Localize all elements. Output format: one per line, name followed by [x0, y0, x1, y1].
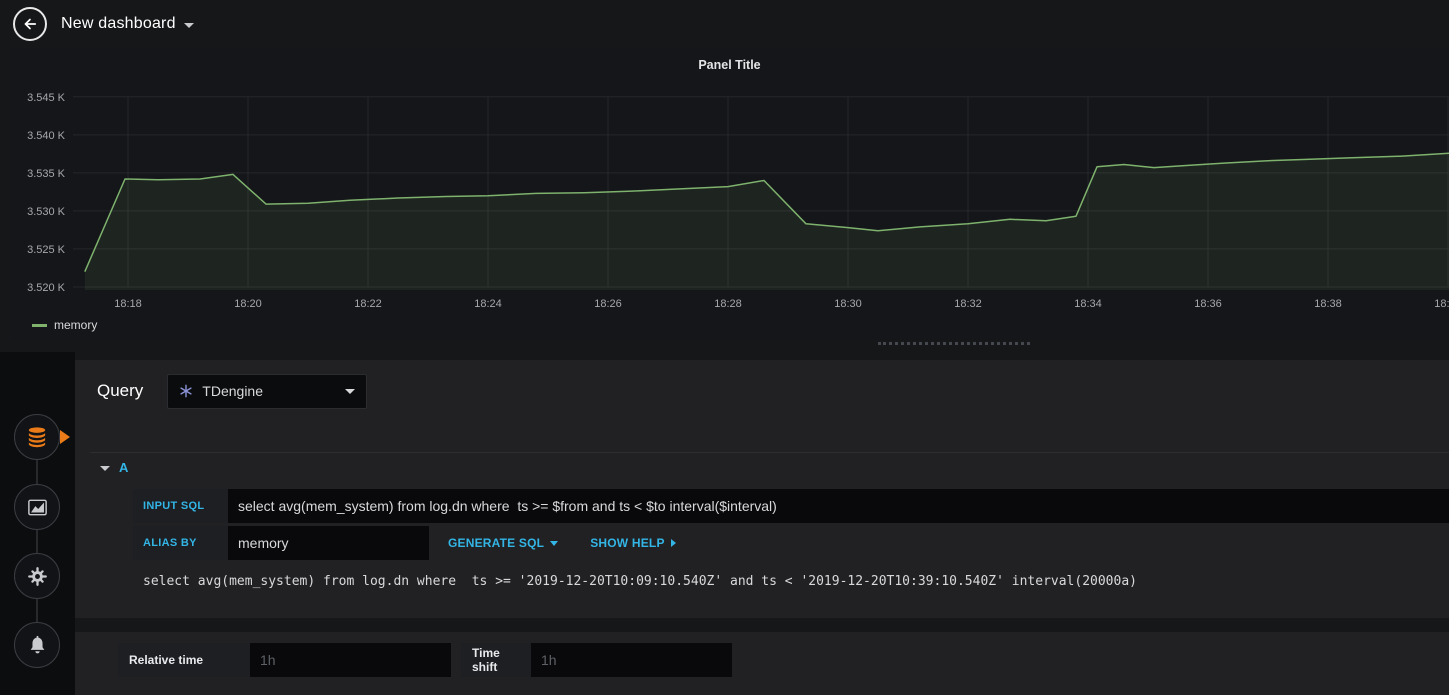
- legend-color-dash: [32, 323, 47, 327]
- svg-text:18:36: 18:36: [1194, 298, 1222, 310]
- svg-text:18:20: 18:20: [234, 298, 262, 310]
- tab-queries[interactable]: [14, 414, 60, 460]
- tab-rail-connector: [36, 437, 38, 645]
- chevron-down-icon: [550, 540, 559, 546]
- chevron-down-icon[interactable]: [183, 23, 194, 28]
- svg-text:18:26: 18:26: [594, 298, 622, 310]
- collapse-caret-icon: [100, 466, 110, 471]
- svg-text:18:30: 18:30: [834, 298, 862, 310]
- dashboard-title[interactable]: New dashboard: [61, 15, 176, 33]
- input-sql-row: INPUT SQL: [133, 489, 1449, 523]
- panel-resize-handle[interactable]: [878, 342, 1030, 345]
- datasource-name: TDengine: [202, 383, 263, 399]
- back-button[interactable]: [13, 7, 47, 41]
- datasource-picker[interactable]: TDengine: [167, 373, 368, 409]
- query-row-header[interactable]: A: [90, 452, 1449, 482]
- arrow-left-icon: [24, 18, 37, 30]
- svg-text:18:40: 18:40: [1434, 298, 1449, 310]
- time-options-section: Relative time Time shift: [75, 632, 1449, 695]
- time-shift-label: Time shift: [461, 643, 531, 677]
- legend-item-memory[interactable]: memory: [32, 318, 97, 332]
- chevron-down-icon: [345, 388, 356, 394]
- input-sql-field[interactable]: [228, 489, 1449, 523]
- graph-panel: Panel Title 3.545 K 3.540 K 3.535 K 3.530 K…: [10, 48, 1449, 340]
- svg-text:3.535 K: 3.535 K: [27, 168, 66, 180]
- time-series-chart[interactable]: 3.545 K 3.540 K 3.535 K 3.530 K 3.525 K 3.520…: [10, 48, 1449, 340]
- svg-text:18:28: 18:28: [714, 298, 742, 310]
- tab-visualization[interactable]: [14, 484, 60, 530]
- svg-text:18:24: 18:24: [474, 298, 502, 310]
- tab-alert[interactable]: [14, 622, 60, 668]
- generated-sql-preview: select avg(mem_system) from log.dn where…: [143, 574, 1137, 589]
- show-help-button[interactable]: SHOW HELP: [577, 526, 688, 560]
- top-bar: New dashboard: [0, 0, 1449, 48]
- relative-time-label: Relative time: [118, 643, 250, 677]
- legend-label: memory: [54, 318, 98, 332]
- chart-icon: [27, 499, 47, 515]
- chevron-right-icon: [670, 539, 676, 547]
- svg-text:3.530 K: 3.530 K: [27, 206, 66, 218]
- tdengine-logo: [180, 384, 192, 398]
- edit-tab-rail: [0, 352, 75, 695]
- svg-text:18:38: 18:38: [1314, 298, 1342, 310]
- gear-icon: [27, 566, 47, 586]
- alias-by-label: ALIAS BY: [133, 526, 228, 560]
- show-help-label: SHOW HELP: [590, 536, 665, 550]
- svg-text:3.520 K: 3.520 K: [27, 282, 66, 294]
- bell-icon: [30, 635, 44, 653]
- query-section-title: Query: [97, 381, 144, 400]
- grafana-edit-page: New dashboard Panel Title 3.545 K 3.540 K…: [0, 0, 1449, 695]
- panel-editor: Query TDengine A INPUT SQL select avg(me…: [75, 352, 1449, 695]
- svg-text:18:32: 18:32: [954, 298, 982, 310]
- generate-sql-button[interactable]: GENERATE SQL: [435, 526, 571, 560]
- time-shift-field[interactable]: [531, 643, 732, 677]
- query-ref-id: A: [119, 460, 129, 475]
- input-sql-label: INPUT SQL: [133, 489, 228, 523]
- alias-by-row: ALIAS BY GENERATE SQL SHOW HELP: [133, 526, 1449, 560]
- generate-sql-label: GENERATE SQL: [448, 536, 545, 550]
- time-options-row: Relative time Time shift: [118, 643, 1449, 677]
- query-header: Query TDengine: [75, 360, 1449, 422]
- active-tab-arrow-icon: [60, 430, 70, 444]
- svg-text:3.545 K: 3.545 K: [27, 92, 66, 104]
- svg-text:3.525 K: 3.525 K: [27, 244, 66, 256]
- tab-general[interactable]: [14, 553, 60, 599]
- svg-text:3.540 K: 3.540 K: [27, 130, 66, 142]
- svg-text:18:18: 18:18: [114, 298, 142, 310]
- svg-text:18:34: 18:34: [1074, 298, 1102, 310]
- svg-text:18:22: 18:22: [354, 298, 382, 310]
- alias-by-field[interactable]: [228, 526, 429, 560]
- relative-time-field[interactable]: [250, 643, 451, 677]
- database-icon: [28, 427, 46, 448]
- queries-section: Query TDengine A INPUT SQL select avg(me…: [75, 360, 1449, 618]
